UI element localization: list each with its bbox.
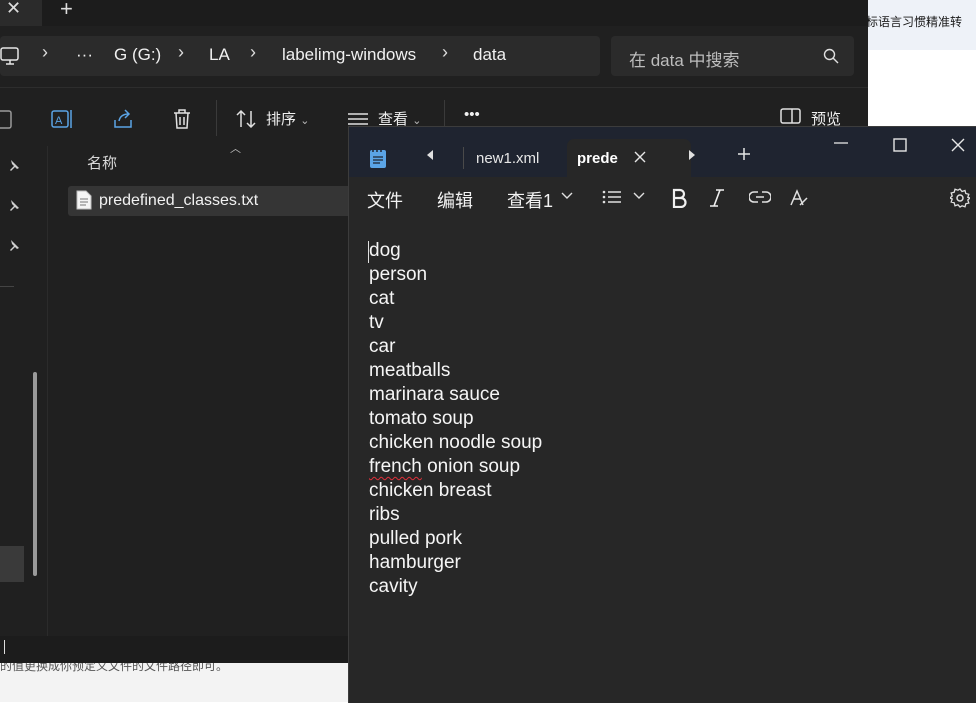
search-icon[interactable]: [823, 48, 839, 64]
breadcrumb-more[interactable]: ···: [76, 45, 93, 65]
text-line[interactable]: chicken breast: [369, 479, 542, 503]
computer-icon[interactable]: [0, 46, 20, 66]
delete-icon[interactable]: [172, 108, 192, 130]
link-icon[interactable]: [749, 190, 771, 204]
text-line[interactable]: tv: [369, 311, 542, 335]
more-options-button[interactable]: •••: [464, 106, 480, 123]
sort-ascending-icon: ︿: [230, 143, 241, 155]
list-icon[interactable]: [602, 190, 622, 204]
svg-text:A: A: [55, 115, 63, 127]
share-icon[interactable]: [112, 108, 134, 130]
chevron-down-icon: ⌄: [300, 115, 310, 127]
divider: [216, 100, 217, 136]
background-page-text: 标语言习惯精准转: [866, 15, 963, 29]
column-header-name[interactable]: 名称: [87, 152, 117, 173]
bold-icon[interactable]: [671, 188, 687, 208]
text-line[interactable]: pulled pork: [369, 527, 542, 551]
chevron-right-icon[interactable]: ›: [178, 42, 184, 63]
breadcrumb-la[interactable]: LA: [209, 45, 230, 65]
notepad-menu-bar: 文件 编辑 查看1: [349, 177, 976, 219]
text-file-icon: [76, 190, 92, 210]
scroll-tabs-right-icon[interactable]: [687, 149, 697, 161]
text-line[interactable]: tomato soup: [369, 407, 542, 431]
text-line[interactable]: person: [369, 263, 542, 287]
close-tab-icon[interactable]: [633, 150, 647, 164]
new-tab-icon[interactable]: [737, 147, 751, 161]
tab-separator: [463, 147, 464, 169]
settings-gear-icon[interactable]: [950, 188, 970, 208]
notepad-window: new1.xml prede 文件 编辑 查看1 dog person cat …: [348, 126, 976, 703]
menu-view[interactable]: 查看1: [507, 187, 553, 213]
chevron-down-icon[interactable]: [561, 192, 573, 200]
sort-icon[interactable]: [235, 108, 257, 130]
text-line[interactable]: cat: [369, 287, 542, 311]
minimize-icon[interactable]: [833, 141, 849, 145]
new-tab-button[interactable]: +: [60, 0, 73, 22]
menu-file[interactable]: 文件: [367, 187, 403, 213]
paste-icon[interactable]: [0, 108, 14, 130]
menu-edit[interactable]: 编辑: [437, 187, 473, 213]
sort-button[interactable]: 排序 ⌄: [266, 108, 309, 129]
text-line[interactable]: cavity: [369, 575, 542, 599]
clear-formatting-icon[interactable]: [789, 188, 809, 208]
tab-close-icon[interactable]: ✕: [6, 0, 21, 19]
text-line[interactable]: marinara sauce: [369, 383, 542, 407]
text-line[interactable]: chicken noodle soup: [369, 431, 542, 455]
text-line[interactable]: car: [369, 335, 542, 359]
tab-new1-xml[interactable]: new1.xml: [476, 150, 539, 167]
tab-label: prede: [577, 150, 618, 167]
nav-selected-item[interactable]: [0, 546, 24, 582]
explorer-tab[interactable]: ✕: [0, 0, 42, 26]
maximize-icon[interactable]: [893, 138, 907, 152]
scroll-tabs-left-icon[interactable]: [425, 149, 435, 161]
line-rest: onion soup: [421, 456, 521, 477]
nav-scrollbar[interactable]: [33, 372, 37, 576]
preview-pane-icon[interactable]: [780, 106, 802, 126]
tab-prede[interactable]: prede: [567, 139, 691, 177]
rename-icon[interactable]: A: [51, 108, 75, 130]
document-lines: dog person cat tv car meatballs marinara…: [369, 239, 542, 599]
explorer-tab-bar: ✕ +: [0, 0, 868, 26]
divider: [0, 286, 14, 287]
text-line-spellcheck[interactable]: french onion soup: [369, 455, 542, 479]
italic-icon[interactable]: [709, 188, 725, 208]
text-cursor: [4, 640, 5, 654]
search-box[interactable]: 在 data 中搜索: [611, 36, 854, 76]
misspelled-word[interactable]: french: [369, 456, 422, 477]
close-window-icon[interactable]: [951, 138, 965, 152]
breadcrumb-data[interactable]: data: [473, 45, 506, 65]
breadcrumb-drive[interactable]: G (G:): [114, 45, 161, 65]
navigation-pane: [0, 146, 48, 646]
pin-icon[interactable]: [7, 158, 21, 172]
chevron-right-icon[interactable]: ›: [442, 42, 448, 63]
text-line[interactable]: dog: [369, 239, 542, 263]
chevron-right-icon[interactable]: ›: [250, 42, 256, 63]
text-line[interactable]: ribs: [369, 503, 542, 527]
sort-label: 排序: [266, 111, 297, 128]
file-name: predefined_classes.txt: [99, 192, 259, 209]
address-bar[interactable]: › ··· G (G:) › LA › labelimg-windows › d…: [0, 36, 600, 76]
text-editor[interactable]: dog person cat tv car meatballs marinara…: [349, 219, 976, 703]
chevron-right-icon[interactable]: ›: [42, 42, 48, 63]
notepad-title-bar[interactable]: new1.xml prede: [349, 127, 976, 177]
file-row[interactable]: predefined_classes.txt: [68, 186, 358, 216]
chevron-down-icon[interactable]: [633, 192, 645, 200]
breadcrumb-labelimg[interactable]: labelimg-windows: [282, 45, 416, 65]
text-line[interactable]: meatballs: [369, 359, 542, 383]
notepad-app-icon: [369, 147, 387, 169]
pin-icon[interactable]: [7, 198, 21, 212]
search-input[interactable]: 在 data 中搜索: [629, 46, 740, 71]
text-line[interactable]: hamburger: [369, 551, 542, 575]
pin-icon[interactable]: [7, 238, 21, 252]
